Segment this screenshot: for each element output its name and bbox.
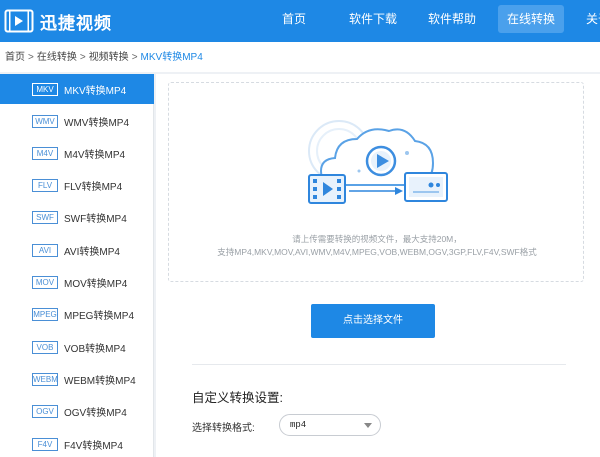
sidebar-item-mov[interactable]: MOV MOV转换MP4: [0, 267, 154, 297]
format-badge: MKV: [32, 82, 58, 96]
sidebar-item-wmv[interactable]: WMV WMV转换MP4: [0, 106, 154, 136]
format-select-label: 选择转换格式:: [192, 423, 255, 434]
custom-settings-title: 自定义转换设置:: [192, 391, 283, 405]
nav-software-download[interactable]: 软件下载: [345, 5, 401, 33]
format-badge: F4V: [32, 437, 58, 451]
nav-online-convert[interactable]: 在线转换: [498, 5, 564, 33]
format-badge: OGV: [32, 404, 58, 418]
nav-about[interactable]: 关于: [584, 5, 600, 33]
breadcrumb-separator: >: [131, 52, 138, 63]
breadcrumb-video-convert[interactable]: 视频转换: [89, 52, 129, 63]
sidebar-item-label: MOV转换MP4: [64, 278, 128, 290]
upload-hint-size: 请上传需要转换的视频文件，最大支持20M，: [292, 234, 462, 244]
sidebar-item-swf[interactable]: SWF SWF转换MP4: [0, 202, 154, 232]
upload-hint-formats: 支持MP4,MKV,MOV,AVI,WMV,M4V,MPEG,VOB,WEBM,…: [217, 247, 537, 257]
nav-home[interactable]: 首页: [274, 5, 314, 33]
main-nav: 首页 软件下载 软件帮助 在线转换 关于: [0, 0, 600, 42]
format-badge: VOB: [32, 340, 58, 354]
sidebar-item-label: SWF转换MP4: [64, 213, 127, 225]
breadcrumb: 首页 > 在线转换 > 视频转换 > MKV转换MP4: [0, 42, 600, 72]
format-badge: AVI: [32, 243, 58, 257]
format-badge: FLV: [32, 178, 58, 192]
sidebar-item-label: AVI转换MP4: [64, 246, 120, 258]
sidebar-item-vob[interactable]: VOB VOB转换MP4: [0, 332, 154, 362]
chevron-down-icon: [364, 423, 372, 428]
format-badge: WEBM: [32, 372, 58, 386]
sidebar-item-label: MPEG转换MP4: [64, 310, 135, 322]
main-panel: 请上传需要转换的视频文件，最大支持20M， 支持MP4,MKV,MOV,AVI,…: [156, 74, 600, 457]
sidebar-item-label: FLV转换MP4: [64, 181, 123, 193]
breadcrumb-separator: >: [28, 52, 34, 63]
breadcrumb-current: MKV转换MP4: [140, 52, 203, 63]
sidebar-item-m4v[interactable]: M4V M4V转换MP4: [0, 138, 154, 168]
breadcrumb-online-convert[interactable]: 在线转换: [37, 52, 77, 63]
sidebar-item-label: WEBM转换MP4: [64, 375, 136, 387]
sidebar-item-label: F4V转换MP4: [64, 440, 123, 452]
sidebar-item-label: VOB转换MP4: [64, 343, 126, 355]
sidebar-item-label: WMV转换MP4: [64, 117, 129, 129]
format-badge: M4V: [32, 146, 58, 160]
format-badge: WMV: [32, 114, 58, 128]
format-badge: MPEG: [32, 307, 58, 321]
top-header: 迅捷视频 首页 软件下载 软件帮助 在线转换 关于: [0, 0, 600, 42]
breadcrumb-home[interactable]: 首页: [5, 52, 25, 63]
format-select[interactable]: mp4: [279, 414, 381, 436]
breadcrumb-separator: >: [79, 52, 86, 63]
divider: [192, 364, 566, 365]
cloud-video-upload-icon: [308, 120, 448, 204]
nav-software-help[interactable]: 软件帮助: [424, 5, 480, 33]
sidebar-item-label: OGV转换MP4: [64, 407, 127, 419]
sidebar-item-avi[interactable]: AVI AVI转换MP4: [0, 235, 154, 265]
sidebar-item-flv[interactable]: FLV FLV转换MP4: [0, 170, 154, 200]
format-badge: SWF: [32, 210, 58, 224]
sidebar-item-mpeg[interactable]: MPEG MPEG转换MP4: [0, 299, 154, 329]
sidebar-item-label: MKV转换MP4: [64, 85, 127, 97]
upload-dropzone[interactable]: 请上传需要转换的视频文件，最大支持20M， 支持MP4,MKV,MOV,AVI,…: [168, 82, 584, 282]
select-file-button[interactable]: 点击选择文件: [311, 304, 435, 338]
format-select-value: mp4: [290, 420, 307, 430]
format-badge: MOV: [32, 275, 58, 289]
sidebar-item-f4v[interactable]: F4V F4V转换MP4: [0, 429, 154, 457]
sidebar-item-webm[interactable]: WEBM WEBM转换MP4: [0, 364, 154, 394]
sidebar-item-mkv[interactable]: MKV MKV转换MP4: [0, 74, 154, 104]
sidebar-item-ogv[interactable]: OGV OGV转换MP4: [0, 396, 154, 426]
sidebar-item-label: M4V转换MP4: [64, 149, 126, 161]
format-sidebar: MKV MKV转换MP4 WMV WMV转换MP4 M4V M4V转换MP4 FLV F…: [0, 74, 154, 457]
